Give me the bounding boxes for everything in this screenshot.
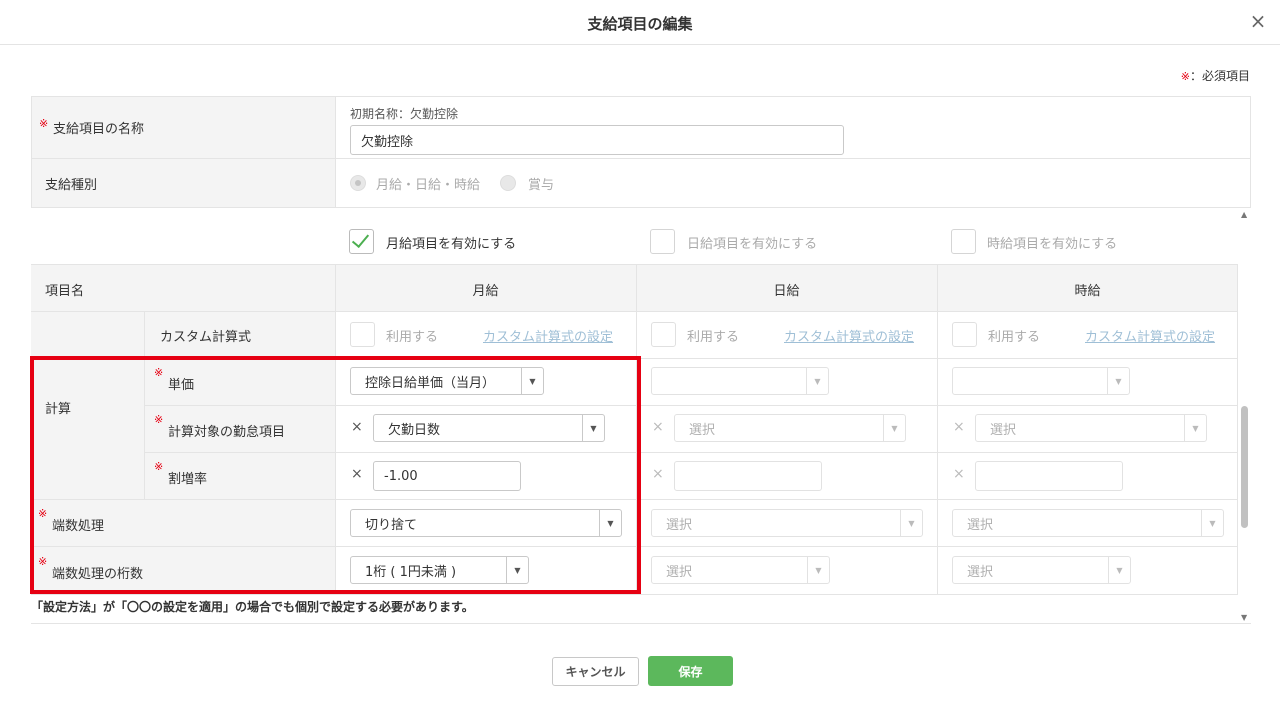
chevron-down-icon: ▼ [1107,368,1129,394]
rounding-select-daily[interactable]: 選択 ▼ [651,509,923,537]
unit-price-select-daily[interactable]: ▼ [651,367,829,395]
rate-input-hourly[interactable] [975,461,1123,491]
custom-formula-link-daily[interactable]: カスタム計算式の設定 [784,326,914,345]
checkbox-custom-daily[interactable] [651,322,676,347]
header-item-name: 項目名 [45,284,85,299]
initial-name: 初期名称：欠勤控除 [350,107,459,121]
pay-type-value-cell: 月給・日給・時給 賞与 [336,159,1250,207]
checkbox-hourly-label: 時給項目を有効にする [987,237,1118,252]
chevron-down-icon: ▼ [806,368,828,394]
cancel-button[interactable]: キャンセル [552,657,639,686]
vertical-scrollbar[interactable]: ▲ ▼ [1238,208,1251,624]
checkbox-daily-enable[interactable] [650,229,675,254]
rounding-select-hourly[interactable]: 選択 ▼ [952,509,1224,537]
multiply-icon: × [953,419,965,435]
dialog-title: 支給項目の編集 [587,15,693,33]
rounding-digits-placeholder: 選択 [666,564,693,580]
footnote: 「設定方法」が「〇〇の設定を適用」の場合でも個別で設定する必要があります。 [31,600,474,614]
custom-formula-label: カスタム計算式 [160,330,252,345]
checkbox-monthly-enable[interactable] [349,229,374,254]
checkbox-custom-hourly[interactable] [952,322,977,347]
name-row: ※ 支給項目の名称 初期名称：欠勤控除 欠勤控除 [32,97,1250,159]
scroll-down-icon[interactable]: ▼ [1241,613,1247,622]
dialog-header: 支給項目の編集 × [0,0,1280,45]
pay-type-label: 支給種別 [45,177,98,193]
header-hourly: 時給 [1074,284,1101,299]
use-label-monthly: 利用する [386,330,439,345]
required-note: ※：必須項目 [1181,67,1250,84]
close-icon[interactable]: × [1248,9,1268,33]
attendance-item-placeholder: 選択 [990,422,1017,438]
attendance-item-select-daily[interactable]: 選択 ▼ [674,414,906,442]
required-mark: ※ [39,117,49,130]
custom-formula-link-monthly[interactable]: カスタム計算式の設定 [483,326,613,345]
name-input[interactable]: 欠勤控除 [350,125,844,155]
checkbox-hourly-enable[interactable] [951,229,976,254]
attendance-item-placeholder: 選択 [689,422,716,438]
custom-formula-link-hourly[interactable]: カスタム計算式の設定 [1085,326,1215,345]
name-value-cell: 初期名称：欠勤控除 欠勤控除 [336,97,1250,158]
attendance-item-select-hourly[interactable]: 選択 ▼ [975,414,1207,442]
multiply-icon: × [652,419,664,435]
basic-info-table: ※ 支給項目の名称 初期名称：欠勤控除 欠勤控除 支給種別 月給・日給・時給 賞… [31,96,1251,208]
header-monthly: 月給 [472,284,499,299]
radio-label-monthly-daily-hourly: 月給・日給・時給 [376,177,481,193]
name-label-cell: ※ 支給項目の名称 [32,97,336,158]
required-mark: ※ [1180,70,1190,83]
rounding-digits-select-daily[interactable]: 選択 ▼ [651,556,830,584]
chevron-down-icon: ▼ [1184,415,1206,441]
checkbox-custom-monthly[interactable] [350,322,375,347]
checkbox-daily-label: 日給項目を有効にする [687,237,818,252]
use-label-daily: 利用する [687,330,740,345]
unit-price-select-hourly[interactable]: ▼ [952,367,1130,395]
chevron-down-icon: ▼ [1201,510,1223,536]
required-note-text: ：必須項目 [1189,69,1250,83]
check-icon [351,229,370,249]
chevron-down-icon: ▼ [900,510,922,536]
checkbox-monthly-label: 月給項目を有効にする [386,237,517,252]
use-label-hourly: 利用する [988,330,1041,345]
scroll-up-icon[interactable]: ▲ [1241,210,1247,219]
chevron-down-icon: ▼ [1108,557,1130,583]
radio-label-bonus: 賞与 [528,177,555,193]
rounding-placeholder: 選択 [967,517,994,533]
chevron-down-icon: ▼ [883,415,905,441]
chevron-down-icon: ▼ [807,557,829,583]
rate-input-daily[interactable] [674,461,822,491]
rounding-digits-select-hourly[interactable]: 選択 ▼ [952,556,1131,584]
radio-bonus[interactable] [500,175,517,191]
header-daily: 日給 [773,284,800,299]
rounding-digits-placeholder: 選択 [967,564,994,580]
pay-type-label-cell: 支給種別 [32,159,336,207]
multiply-icon: × [953,466,965,482]
name-label: 支給項目の名称 [53,122,145,137]
scroll-thumb[interactable] [1241,406,1248,528]
highlight-box [30,356,641,594]
radio-monthly-daily-hourly[interactable] [350,175,366,191]
save-button[interactable]: 保存 [648,656,733,686]
rounding-placeholder: 選択 [666,517,693,533]
pay-type-row: 支給種別 月給・日給・時給 賞与 [32,159,1250,207]
multiply-icon: × [652,466,664,482]
